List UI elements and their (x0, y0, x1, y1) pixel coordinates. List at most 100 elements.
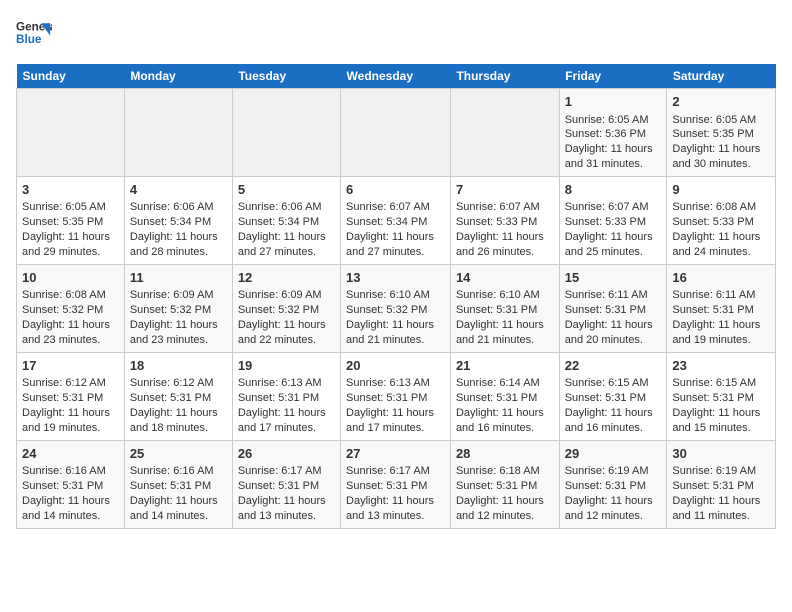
day-number: 24 (22, 445, 119, 463)
day-info: Sunrise: 6:11 AM Sunset: 5:31 PM Dayligh… (565, 288, 662, 347)
calendar-cell (450, 89, 559, 177)
calendar-cell (341, 89, 451, 177)
weekday-header-row: SundayMondayTuesdayWednesdayThursdayFrid… (17, 64, 776, 89)
day-number: 4 (130, 181, 227, 199)
day-info: Sunrise: 6:07 AM Sunset: 5:33 PM Dayligh… (565, 200, 662, 259)
day-number: 11 (130, 269, 227, 287)
day-info: Sunrise: 6:13 AM Sunset: 5:31 PM Dayligh… (238, 376, 335, 435)
day-info: Sunrise: 6:14 AM Sunset: 5:31 PM Dayligh… (456, 376, 554, 435)
calendar-cell: 16Sunrise: 6:11 AM Sunset: 5:31 PM Dayli… (667, 264, 776, 352)
day-info: Sunrise: 6:16 AM Sunset: 5:31 PM Dayligh… (130, 464, 227, 523)
calendar-cell: 18Sunrise: 6:12 AM Sunset: 5:31 PM Dayli… (124, 352, 232, 440)
day-info: Sunrise: 6:12 AM Sunset: 5:31 PM Dayligh… (130, 376, 227, 435)
weekday-header-friday: Friday (559, 64, 667, 89)
day-info: Sunrise: 6:17 AM Sunset: 5:31 PM Dayligh… (238, 464, 335, 523)
calendar-cell: 17Sunrise: 6:12 AM Sunset: 5:31 PM Dayli… (17, 352, 125, 440)
calendar-cell: 24Sunrise: 6:16 AM Sunset: 5:31 PM Dayli… (17, 440, 125, 528)
day-info: Sunrise: 6:15 AM Sunset: 5:31 PM Dayligh… (565, 376, 662, 435)
calendar-cell: 28Sunrise: 6:18 AM Sunset: 5:31 PM Dayli… (450, 440, 559, 528)
day-number: 5 (238, 181, 335, 199)
day-info: Sunrise: 6:09 AM Sunset: 5:32 PM Dayligh… (238, 288, 335, 347)
week-row-3: 10Sunrise: 6:08 AM Sunset: 5:32 PM Dayli… (17, 264, 776, 352)
calendar-cell: 15Sunrise: 6:11 AM Sunset: 5:31 PM Dayli… (559, 264, 667, 352)
day-info: Sunrise: 6:05 AM Sunset: 5:36 PM Dayligh… (565, 113, 662, 172)
day-info: Sunrise: 6:06 AM Sunset: 5:34 PM Dayligh… (238, 200, 335, 259)
day-number: 21 (456, 357, 554, 375)
day-info: Sunrise: 6:11 AM Sunset: 5:31 PM Dayligh… (672, 288, 770, 347)
day-info: Sunrise: 6:07 AM Sunset: 5:34 PM Dayligh… (346, 200, 445, 259)
day-info: Sunrise: 6:07 AM Sunset: 5:33 PM Dayligh… (456, 200, 554, 259)
day-number: 22 (565, 357, 662, 375)
calendar-cell: 27Sunrise: 6:17 AM Sunset: 5:31 PM Dayli… (341, 440, 451, 528)
day-info: Sunrise: 6:05 AM Sunset: 5:35 PM Dayligh… (22, 200, 119, 259)
day-info: Sunrise: 6:10 AM Sunset: 5:32 PM Dayligh… (346, 288, 445, 347)
calendar-cell: 22Sunrise: 6:15 AM Sunset: 5:31 PM Dayli… (559, 352, 667, 440)
day-number: 25 (130, 445, 227, 463)
day-info: Sunrise: 6:19 AM Sunset: 5:31 PM Dayligh… (565, 464, 662, 523)
week-row-2: 3Sunrise: 6:05 AM Sunset: 5:35 PM Daylig… (17, 176, 776, 264)
day-info: Sunrise: 6:15 AM Sunset: 5:31 PM Dayligh… (672, 376, 770, 435)
day-number: 14 (456, 269, 554, 287)
calendar-cell: 12Sunrise: 6:09 AM Sunset: 5:32 PM Dayli… (232, 264, 340, 352)
day-number: 23 (672, 357, 770, 375)
calendar-cell: 8Sunrise: 6:07 AM Sunset: 5:33 PM Daylig… (559, 176, 667, 264)
day-number: 2 (672, 93, 770, 111)
calendar-cell: 6Sunrise: 6:07 AM Sunset: 5:34 PM Daylig… (341, 176, 451, 264)
calendar-body: 1Sunrise: 6:05 AM Sunset: 5:36 PM Daylig… (17, 89, 776, 529)
weekday-header-tuesday: Tuesday (232, 64, 340, 89)
calendar-cell: 13Sunrise: 6:10 AM Sunset: 5:32 PM Dayli… (341, 264, 451, 352)
weekday-header-saturday: Saturday (667, 64, 776, 89)
weekday-header-thursday: Thursday (450, 64, 559, 89)
svg-text:Blue: Blue (16, 33, 42, 46)
calendar-cell: 30Sunrise: 6:19 AM Sunset: 5:31 PM Dayli… (667, 440, 776, 528)
day-number: 26 (238, 445, 335, 463)
day-info: Sunrise: 6:16 AM Sunset: 5:31 PM Dayligh… (22, 464, 119, 523)
logo-icon: General Blue (16, 16, 52, 52)
calendar-cell: 2 Sunrise: 6:05 AM Sunset: 5:35 PM Daylig… (667, 89, 776, 177)
week-row-5: 24Sunrise: 6:16 AM Sunset: 5:31 PM Dayli… (17, 440, 776, 528)
day-number: 13 (346, 269, 445, 287)
day-info: Sunrise: 6:05 AM Sunset: 5:35 PM Dayligh… (672, 113, 770, 172)
calendar-cell: 3Sunrise: 6:05 AM Sunset: 5:35 PM Daylig… (17, 176, 125, 264)
day-number: 17 (22, 357, 119, 375)
page-header: General Blue (16, 16, 776, 52)
day-number: 6 (346, 181, 445, 199)
calendar-cell: 23Sunrise: 6:15 AM Sunset: 5:31 PM Dayli… (667, 352, 776, 440)
day-number: 27 (346, 445, 445, 463)
day-number: 20 (346, 357, 445, 375)
day-number: 10 (22, 269, 119, 287)
week-row-1: 1Sunrise: 6:05 AM Sunset: 5:36 PM Daylig… (17, 89, 776, 177)
weekday-header-wednesday: Wednesday (341, 64, 451, 89)
day-info: Sunrise: 6:18 AM Sunset: 5:31 PM Dayligh… (456, 464, 554, 523)
logo: General Blue (16, 16, 52, 52)
calendar-cell: 4Sunrise: 6:06 AM Sunset: 5:34 PM Daylig… (124, 176, 232, 264)
day-info: Sunrise: 6:08 AM Sunset: 5:33 PM Dayligh… (672, 200, 770, 259)
day-number: 8 (565, 181, 662, 199)
calendar-cell: 19Sunrise: 6:13 AM Sunset: 5:31 PM Dayli… (232, 352, 340, 440)
day-number: 9 (672, 181, 770, 199)
day-info: Sunrise: 6:08 AM Sunset: 5:32 PM Dayligh… (22, 288, 119, 347)
day-number: 29 (565, 445, 662, 463)
day-number: 12 (238, 269, 335, 287)
day-number: 19 (238, 357, 335, 375)
calendar-cell: 7Sunrise: 6:07 AM Sunset: 5:33 PM Daylig… (450, 176, 559, 264)
day-info: Sunrise: 6:12 AM Sunset: 5:31 PM Dayligh… (22, 376, 119, 435)
day-number: 18 (130, 357, 227, 375)
week-row-4: 17Sunrise: 6:12 AM Sunset: 5:31 PM Dayli… (17, 352, 776, 440)
calendar-cell: 25Sunrise: 6:16 AM Sunset: 5:31 PM Dayli… (124, 440, 232, 528)
calendar-cell: 5Sunrise: 6:06 AM Sunset: 5:34 PM Daylig… (232, 176, 340, 264)
day-number: 30 (672, 445, 770, 463)
day-number: 7 (456, 181, 554, 199)
calendar-cell (232, 89, 340, 177)
day-number: 15 (565, 269, 662, 287)
day-number: 3 (22, 181, 119, 199)
day-info: Sunrise: 6:10 AM Sunset: 5:31 PM Dayligh… (456, 288, 554, 347)
day-number: 28 (456, 445, 554, 463)
calendar-cell (17, 89, 125, 177)
calendar-header: SundayMondayTuesdayWednesdayThursdayFrid… (17, 64, 776, 89)
day-number: 16 (672, 269, 770, 287)
weekday-header-monday: Monday (124, 64, 232, 89)
calendar-cell: 10Sunrise: 6:08 AM Sunset: 5:32 PM Dayli… (17, 264, 125, 352)
day-info: Sunrise: 6:09 AM Sunset: 5:32 PM Dayligh… (130, 288, 227, 347)
calendar-cell: 29Sunrise: 6:19 AM Sunset: 5:31 PM Dayli… (559, 440, 667, 528)
